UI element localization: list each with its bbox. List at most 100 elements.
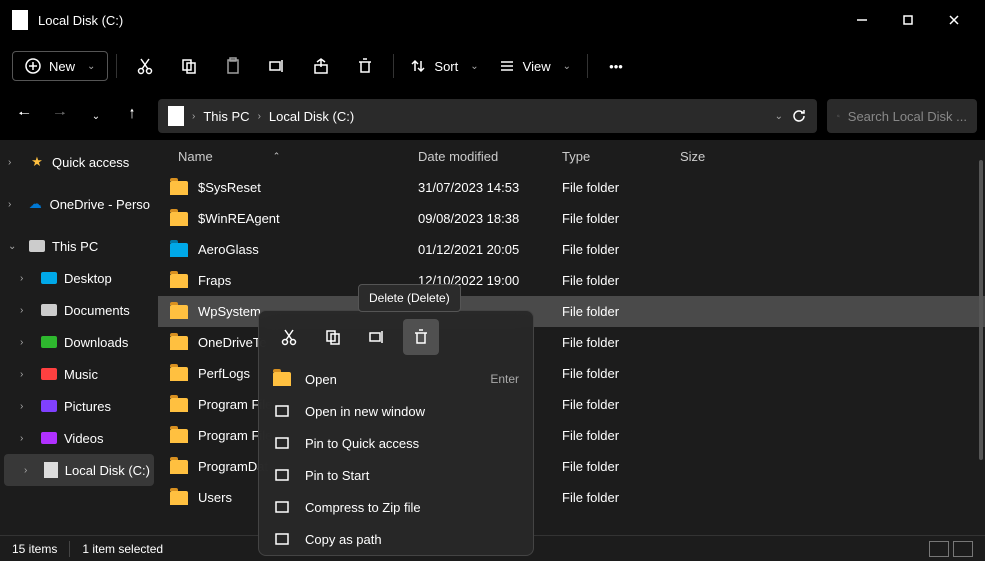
disk-icon: [12, 10, 28, 30]
ctx-menu-item[interactable]: Open Enter: [259, 363, 533, 395]
doc-icon: [40, 301, 58, 319]
new-label: New: [49, 59, 75, 74]
path-icon: [273, 531, 291, 547]
expand-icon: ›: [20, 401, 34, 412]
chevron-down-icon[interactable]: ⌄: [775, 111, 783, 122]
ctx-label: Open: [305, 372, 337, 387]
disk-icon: [168, 106, 184, 126]
expand-icon: ›: [20, 273, 34, 284]
file-name: Fraps: [198, 273, 231, 288]
col-name-header[interactable]: Name⌃: [158, 149, 418, 164]
sidebar-item[interactable]: › Pictures: [0, 390, 158, 422]
sort-label: Sort: [434, 59, 458, 74]
close-button[interactable]: [931, 4, 977, 36]
breadcrumb[interactable]: This PC: [203, 109, 249, 124]
ctx-menu-item[interactable]: Open in new window: [259, 395, 533, 427]
sidebar-item[interactable]: › Local Disk (C:): [4, 454, 154, 486]
folder-icon: [170, 398, 188, 412]
share-button[interactable]: [301, 48, 341, 84]
file-date: 09/08/2023 18:38: [418, 211, 562, 226]
paste-button[interactable]: [213, 48, 253, 84]
view-label: View: [523, 59, 551, 74]
sidebar-item[interactable]: › ☁ OneDrive - Perso: [0, 188, 158, 220]
sort-button[interactable]: Sort ⌄: [402, 58, 486, 74]
sidebar-item[interactable]: › Documents: [0, 294, 158, 326]
ctx-rename-button[interactable]: [359, 319, 395, 355]
file-type: File folder: [562, 273, 680, 288]
context-menu: Open Enter Open in new window Pin to Qui…: [258, 310, 534, 556]
chevron-down-icon: ⌄: [470, 61, 478, 72]
forward-button[interactable]: 🠒: [44, 100, 76, 132]
col-size-header[interactable]: Size: [680, 149, 760, 164]
file-name: Users: [198, 490, 232, 505]
maximize-button[interactable]: [885, 4, 931, 36]
rename-button[interactable]: [257, 48, 297, 84]
details-view-toggle[interactable]: [929, 541, 949, 557]
folder-icon: [170, 243, 188, 257]
file-row[interactable]: Fraps 12/10/2022 19:00 File folder: [158, 265, 985, 296]
file-type: File folder: [562, 180, 680, 195]
ctx-menu-item[interactable]: Pin to Quick access: [259, 427, 533, 459]
sidebar-label: Music: [64, 367, 98, 382]
new-button[interactable]: New ⌄: [12, 51, 108, 81]
star-icon: ★: [28, 153, 46, 171]
sidebar-item[interactable]: › Videos: [0, 422, 158, 454]
folder-icon: [170, 336, 188, 350]
sidebar-item[interactable]: › Desktop: [0, 262, 158, 294]
sidebar-label: Downloads: [64, 335, 128, 350]
ctx-label: Pin to Quick access: [305, 436, 419, 451]
view-button[interactable]: View ⌄: [491, 58, 579, 74]
ctx-copy-button[interactable]: [315, 319, 351, 355]
cut-button[interactable]: [125, 48, 165, 84]
delete-button[interactable]: [345, 48, 385, 84]
ctx-menu-item[interactable]: Compress to Zip file: [259, 491, 533, 523]
file-row[interactable]: $SysReset 31/07/2023 14:53 File folder: [158, 172, 985, 203]
status-item-count: 15 items: [12, 542, 57, 556]
ctx-menu-item[interactable]: Copy as path: [259, 523, 533, 555]
folder-icon: [170, 274, 188, 288]
col-type-header[interactable]: Type: [562, 149, 680, 164]
ctx-label: Pin to Start: [305, 468, 369, 483]
breadcrumb[interactable]: Local Disk (C:): [269, 109, 354, 124]
refresh-icon[interactable]: [791, 108, 807, 124]
minimize-button[interactable]: [839, 4, 885, 36]
search-input[interactable]: Search Local Disk ...: [827, 99, 977, 133]
expand-icon: ›: [20, 369, 34, 380]
sidebar-item[interactable]: › ★ Quick access: [0, 146, 158, 178]
desktop-icon: [40, 269, 58, 287]
disk-icon: [43, 461, 59, 479]
more-button[interactable]: •••: [596, 48, 636, 84]
up-button[interactable]: 🠑: [116, 100, 148, 132]
ctx-label: Copy as path: [305, 532, 382, 547]
col-date-header[interactable]: Date modified: [418, 149, 562, 164]
file-type: File folder: [562, 242, 680, 257]
sidebar-label: This PC: [52, 239, 98, 254]
zip-icon: [273, 499, 291, 515]
file-date: 31/07/2023 14:53: [418, 180, 562, 195]
music-icon: [40, 365, 58, 383]
folder-icon: [170, 460, 188, 474]
icons-view-toggle[interactable]: [953, 541, 973, 557]
copy-button[interactable]: [169, 48, 209, 84]
sidebar-item[interactable]: › Music: [0, 358, 158, 390]
file-list: Name⌃ Date modified Type Size $SysReset …: [158, 140, 985, 535]
expand-icon: ›: [8, 157, 22, 168]
search-icon: [837, 109, 840, 123]
file-row[interactable]: AeroGlass 01/12/2021 20:05 File folder: [158, 234, 985, 265]
back-button[interactable]: 🠐: [8, 100, 40, 132]
pin-icon: [273, 435, 291, 451]
ctx-cut-button[interactable]: [271, 319, 307, 355]
scrollbar[interactable]: [979, 160, 983, 460]
sidebar-item[interactable]: › Downloads: [0, 326, 158, 358]
file-row[interactable]: $WinREAgent 09/08/2023 18:38 File folder: [158, 203, 985, 234]
pin2-icon: [273, 467, 291, 483]
folder-icon: [170, 367, 188, 381]
recent-button[interactable]: ⌄: [80, 100, 112, 132]
file-type: File folder: [562, 428, 680, 443]
ctx-menu-item[interactable]: Pin to Start: [259, 459, 533, 491]
cloud-icon: ☁: [27, 195, 44, 213]
addressbar[interactable]: › This PC › Local Disk (C:) ⌄: [158, 99, 817, 133]
folder-icon: [170, 305, 188, 319]
ctx-delete-button[interactable]: [403, 319, 439, 355]
sidebar-item[interactable]: ⌄ This PC: [0, 230, 158, 262]
